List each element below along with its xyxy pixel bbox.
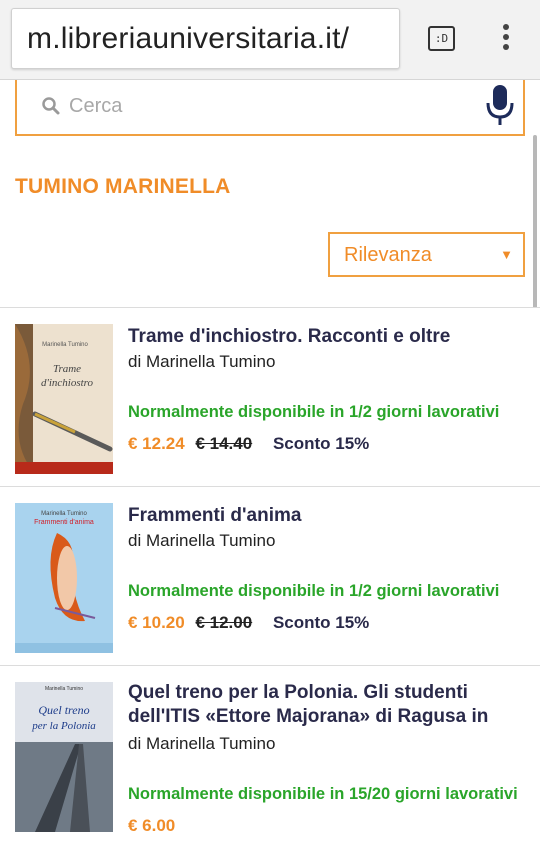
availability-text: Normalmente disponibile in 1/2 giorni la…	[128, 403, 500, 421]
cover-title-text: d'inchiostro	[41, 377, 94, 389]
discount-label: Sconto 15%	[272, 434, 370, 453]
sort-dropdown[interactable]: Rilevanza ▼	[328, 232, 525, 277]
price-row: € 12.24 € 14.40 Sconto 15%	[128, 434, 369, 454]
cover-title-text: Frammenti d'anima	[34, 519, 94, 526]
dropdown-arrow-icon: ▼	[500, 247, 513, 262]
product-item[interactable]: Marinella Tumino Trame d'inchiostro Tram…	[0, 307, 540, 487]
price-row: € 10.20 € 12.00 Sconto 15%	[128, 613, 369, 633]
url-text: m.libreriauniversitaria.it/	[27, 22, 350, 55]
product-item[interactable]: Marinella Tumino Quel treno per la Polon…	[0, 665, 540, 855]
tab-switcher-icon[interactable]: :D	[428, 26, 455, 51]
book-cover-image[interactable]: Marinella Tumino Frammenti d'anima	[15, 503, 113, 653]
search-icon	[42, 97, 60, 115]
product-item[interactable]: Marinella Tumino Frammenti d'anima Framm…	[0, 486, 540, 666]
original-price: € 14.40	[195, 434, 253, 453]
current-price: € 12.24	[128, 434, 185, 453]
original-price: € 12.00	[195, 613, 253, 632]
book-cover-image[interactable]: Marinella Tumino Quel treno per la Polon…	[15, 682, 113, 832]
browser-toolbar: m.libreriauniversitaria.it/ :D	[0, 0, 540, 80]
book-cover-image[interactable]: Marinella Tumino Trame d'inchiostro	[15, 324, 113, 474]
product-author: di Marinella Tumino	[128, 531, 276, 550]
microphone-icon[interactable]	[485, 83, 515, 127]
availability-text: Normalmente disponibile in 15/20 giorni …	[128, 785, 518, 803]
cover-author-text: Marinella Tumino	[45, 686, 83, 692]
search-input[interactable]	[69, 88, 449, 124]
current-price: € 10.20	[128, 613, 185, 632]
price-row: € 6.00	[128, 816, 175, 836]
overflow-menu-icon[interactable]	[492, 22, 520, 56]
availability-text: Normalmente disponibile in 1/2 giorni la…	[128, 582, 500, 600]
product-title-link[interactable]: Frammenti d'anima	[128, 504, 518, 528]
product-author: di Marinella Tumino	[128, 734, 276, 753]
current-price: € 6.00	[128, 816, 176, 835]
discount-label: Sconto 15%	[272, 613, 370, 632]
product-title-link[interactable]: Quel treno per la Polonia. Gli studenti …	[128, 681, 518, 729]
search-bar	[15, 80, 525, 136]
cover-author-text: Marinella Tumino	[42, 342, 88, 348]
address-bar[interactable]: m.libreriauniversitaria.it/	[11, 8, 400, 69]
page-title: TUMINO MARINELLA	[15, 175, 231, 198]
product-title-link[interactable]: Trame d'inchiostro. Racconti e oltre	[128, 325, 518, 349]
product-author: di Marinella Tumino	[128, 352, 276, 371]
sort-selected-value: Rilevanza	[344, 244, 432, 266]
cover-title-text: Trame	[53, 363, 81, 375]
cover-author-text: Marinella Tumino	[41, 511, 87, 517]
cover-title-text: per la Polonia	[31, 720, 96, 732]
cover-title-text: Quel treno	[38, 703, 89, 717]
